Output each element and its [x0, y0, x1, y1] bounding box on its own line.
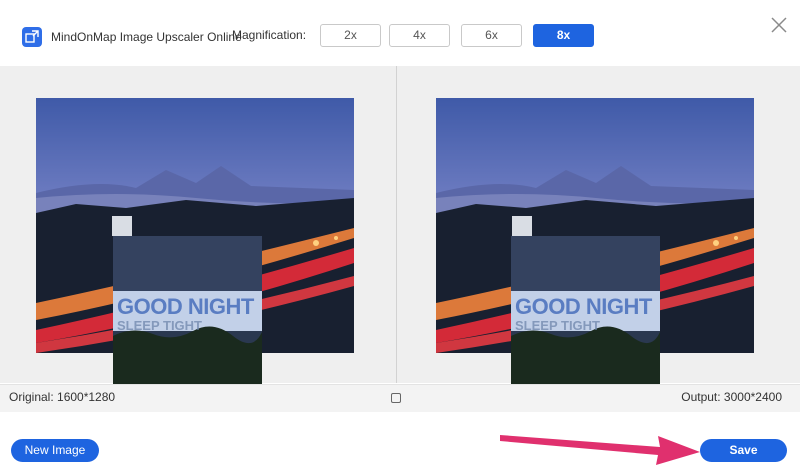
compare-icon[interactable] [391, 393, 401, 403]
new-image-button[interactable]: New Image [11, 439, 99, 462]
save-button[interactable]: Save [700, 439, 787, 462]
pointer-arrow-icon [500, 435, 700, 465]
magnification-label: Magnification: [232, 28, 307, 42]
output-overlay-image: GOOD NIGHT SLEEP TIGHT [511, 236, 660, 384]
app-logo-icon [22, 27, 42, 47]
overlay-tag [512, 216, 532, 236]
original-overlay-subtext: SLEEP TIGHT [117, 318, 202, 333]
original-overlay-text: GOOD NIGHT [117, 294, 254, 319]
magnification-2x-button[interactable]: 2x [320, 24, 381, 47]
close-icon[interactable] [770, 16, 788, 34]
overlay-tag [112, 216, 132, 236]
output-overlay-text: GOOD NIGHT [515, 294, 652, 319]
magnification-6x-button[interactable]: 6x [461, 24, 522, 47]
original-size-label: Original: 1600*1280 [9, 390, 116, 404]
output-size-label: Output: 3000*2400 [681, 390, 782, 404]
output-overlay-subtext: SLEEP TIGHT [515, 318, 600, 333]
magnification-4x-button[interactable]: 4x [389, 24, 450, 47]
preview-divider [396, 66, 397, 383]
app-title: MindOnMap Image Upscaler Online [51, 30, 242, 44]
original-overlay-image: GOOD NIGHT SLEEP TIGHT [113, 236, 262, 384]
magnification-8x-button[interactable]: 8x [533, 24, 594, 47]
